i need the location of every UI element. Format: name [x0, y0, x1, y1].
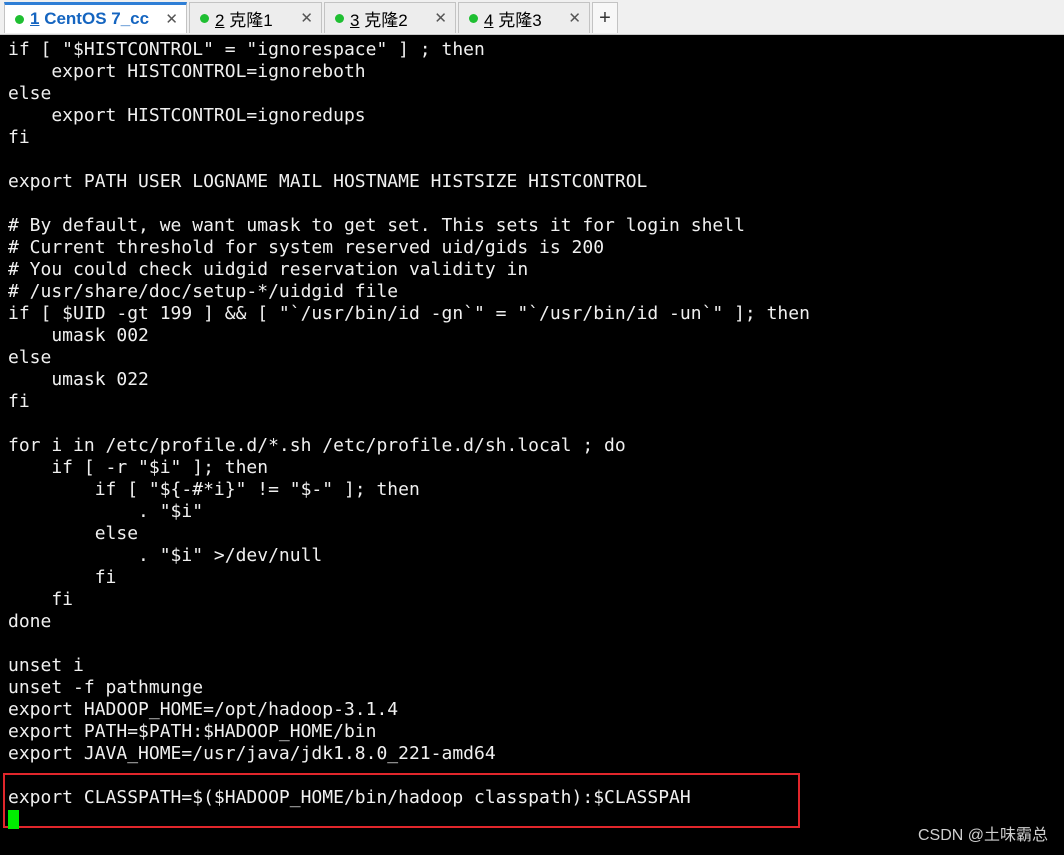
tab-session-4[interactable]: 4 克隆3 ✕ — [458, 2, 590, 33]
terminal-line: done — [8, 611, 52, 632]
terminal-line: if [ "${-#*i}" != "$-" ]; then — [8, 479, 420, 500]
terminal-line: else — [8, 83, 52, 104]
terminal-line: fi — [8, 127, 30, 148]
terminal-line: # By default, we want umask to get set. … — [8, 215, 745, 236]
tab-session-3[interactable]: 3 克隆2 ✕ — [324, 2, 456, 33]
terminal-output[interactable]: if [ "$HISTCONTROL" = "ignorespace" ] ; … — [0, 35, 1064, 855]
terminal-line: export JAVA_HOME=/usr/java/jdk1.8.0_221-… — [8, 743, 496, 764]
terminal-line: if [ -r "$i" ]; then — [8, 457, 269, 478]
tab-session-1[interactable]: 1 CentOS 7_cc ✕ — [4, 2, 187, 33]
tab-session-2[interactable]: 2 克隆1 ✕ — [189, 2, 322, 33]
terminal-line: else — [8, 523, 139, 544]
terminal-line: fi — [8, 567, 117, 588]
close-icon[interactable]: ✕ — [165, 10, 178, 28]
terminal-cursor — [8, 810, 19, 829]
new-tab-button[interactable]: + — [592, 2, 618, 33]
highlight-annotation-box — [3, 773, 800, 828]
terminal-line: export HISTCONTROL=ignoredups — [8, 105, 366, 126]
tab-label: 4 克隆3 — [484, 10, 542, 30]
session-tab-bar: 1 CentOS 7_cc ✕ 2 克隆1 ✕ 3 克隆2 ✕ 4 克隆3 ✕ … — [0, 0, 1064, 35]
terminal-line: # /usr/share/doc/setup-*/uidgid file — [8, 281, 399, 302]
terminal-line: unset -f pathmunge — [8, 677, 204, 698]
terminal-line: . "$i" — [8, 501, 204, 522]
tab-label: 2 克隆1 — [215, 10, 273, 30]
terminal-line: export PATH=$PATH:$HADOOP_HOME/bin — [8, 721, 377, 742]
terminal-line: . "$i" >/dev/null — [8, 545, 323, 566]
terminal-line: fi — [8, 391, 30, 412]
terminal-line: if [ "$HISTCONTROL" = "ignorespace" ] ; … — [8, 39, 485, 60]
close-icon[interactable]: ✕ — [568, 9, 581, 27]
terminal-line: export PATH USER LOGNAME MAIL HOSTNAME H… — [8, 171, 648, 192]
terminal-line: fi — [8, 589, 74, 610]
terminal-line: for i in /etc/profile.d/*.sh /etc/profil… — [8, 435, 626, 456]
watermark: CSDN @土味霸总 — [917, 827, 1048, 844]
close-icon[interactable]: ✕ — [434, 9, 447, 27]
connected-status-icon — [200, 13, 209, 23]
tab-label: 1 CentOS 7_cc — [30, 9, 150, 28]
connected-status-icon — [335, 13, 344, 23]
terminal-line: export HADOOP_HOME=/opt/hadoop-3.1.4 — [8, 699, 399, 720]
terminal-line: if [ $UID -gt 199 ] && [ "`/usr/bin/id -… — [8, 303, 810, 324]
terminal-line: umask 022 — [8, 369, 149, 390]
close-icon[interactable]: ✕ — [300, 9, 313, 27]
terminal-line: # Current threshold for system reserved … — [8, 237, 605, 258]
terminal-line: umask 002 — [8, 325, 149, 346]
terminal-window: 1 CentOS 7_cc ✕ 2 克隆1 ✕ 3 克隆2 ✕ 4 克隆3 ✕ … — [0, 0, 1064, 855]
tab-label: 3 克隆2 — [350, 10, 408, 30]
terminal-line: export HISTCONTROL=ignoreboth — [8, 61, 366, 82]
terminal-line: else — [8, 347, 52, 368]
connected-status-icon — [469, 13, 478, 23]
terminal-line: # You could check uidgid reservation val… — [8, 259, 529, 280]
terminal-line: unset i — [8, 655, 84, 676]
connected-status-icon — [15, 14, 24, 24]
